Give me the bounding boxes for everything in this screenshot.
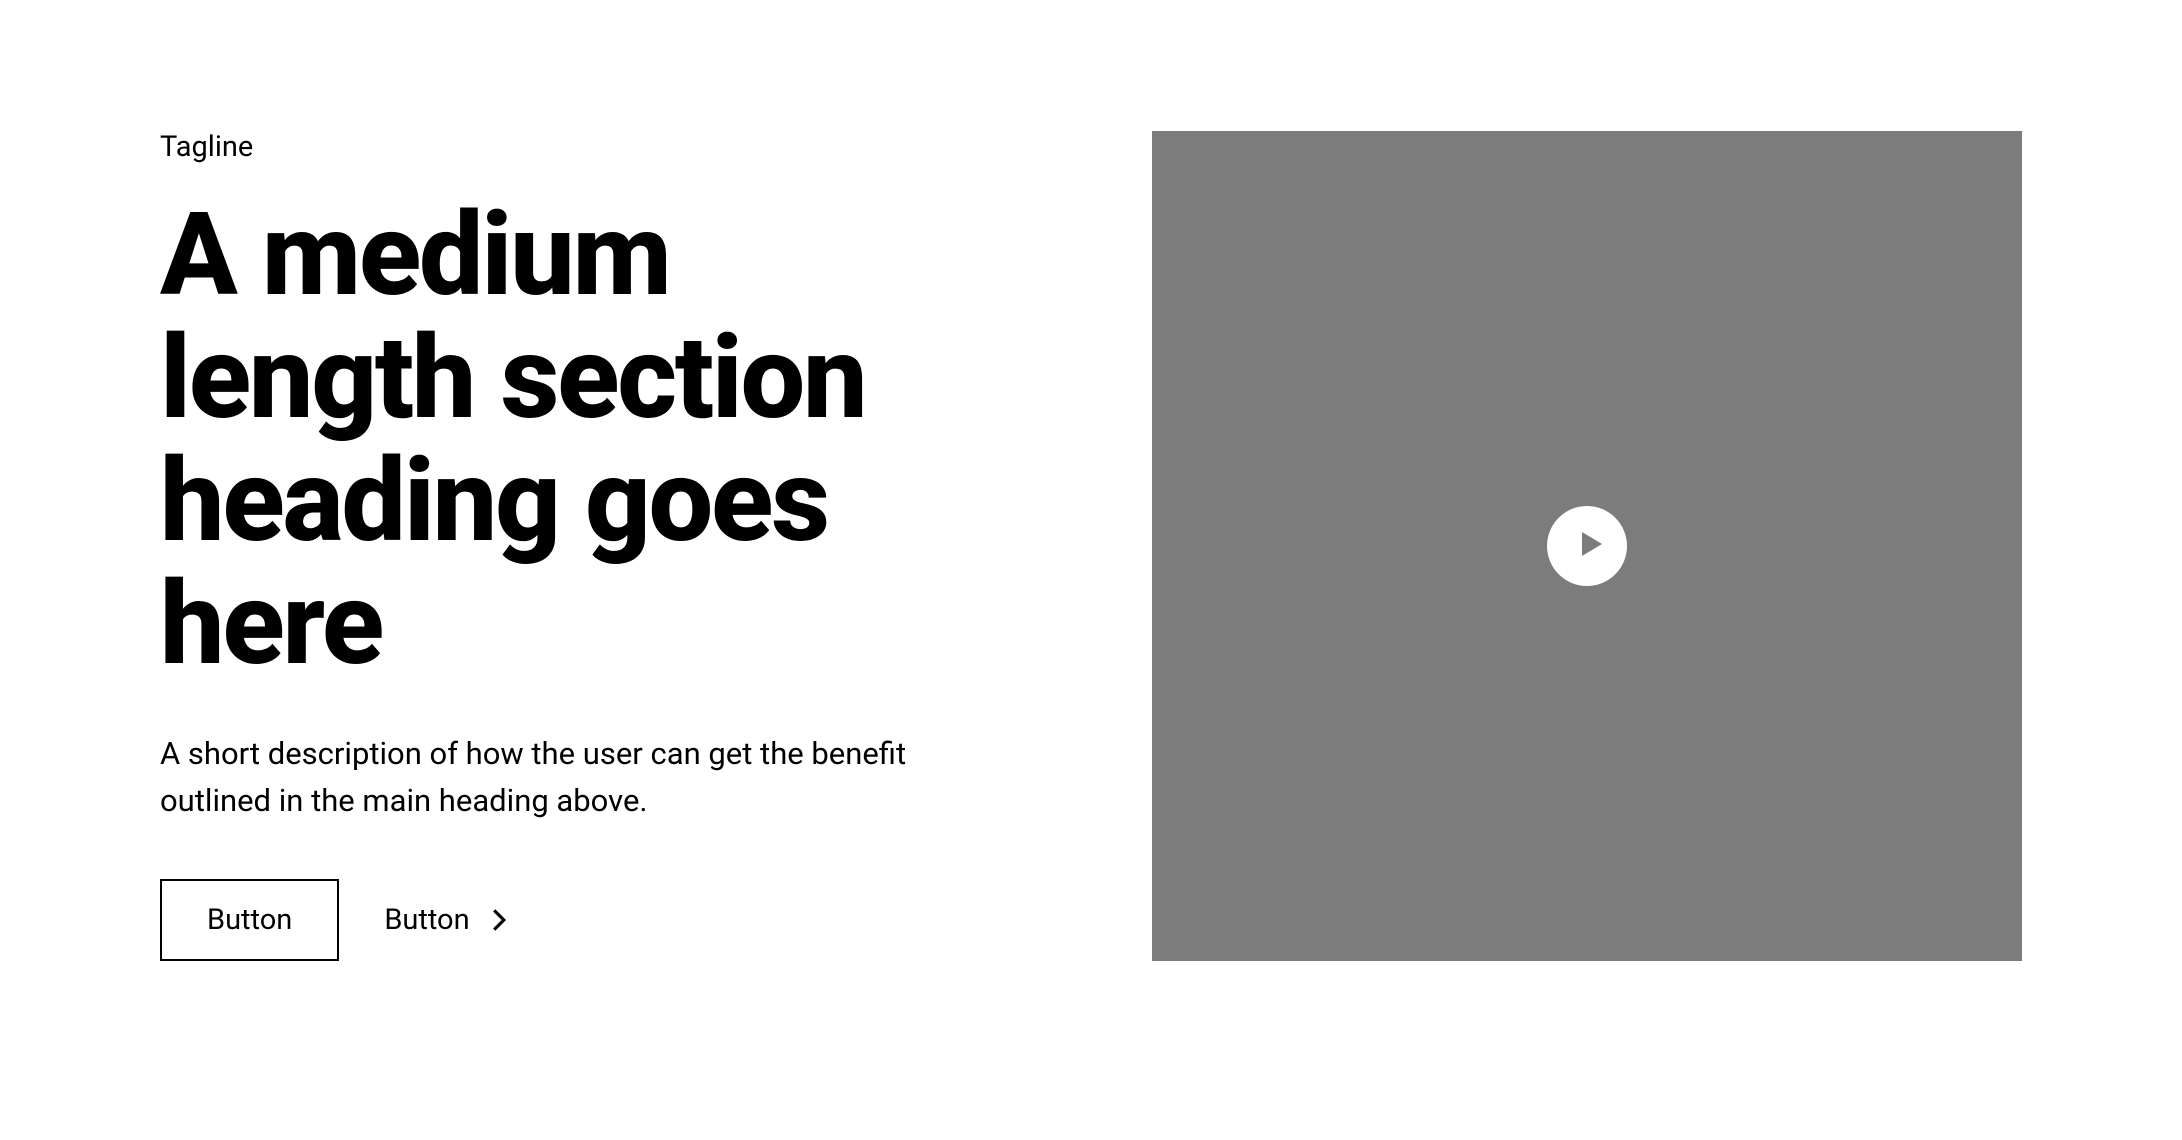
section-description: A short description of how the user can … <box>160 731 960 824</box>
play-button[interactable] <box>1547 506 1627 586</box>
secondary-button[interactable]: Button <box>374 881 519 959</box>
play-icon <box>1569 528 1606 563</box>
media-placeholder <box>1152 131 2022 961</box>
hero-section: Tagline A medium length section heading … <box>0 0 2182 1091</box>
primary-button[interactable]: Button <box>160 879 339 961</box>
button-row: Button Button <box>160 879 970 961</box>
tagline: Tagline <box>160 130 970 164</box>
chevron-right-icon <box>488 909 510 931</box>
hero-content: Tagline A medium length section heading … <box>160 130 970 961</box>
secondary-button-label: Button <box>384 903 469 937</box>
section-heading: A medium length section heading goes her… <box>160 194 970 686</box>
